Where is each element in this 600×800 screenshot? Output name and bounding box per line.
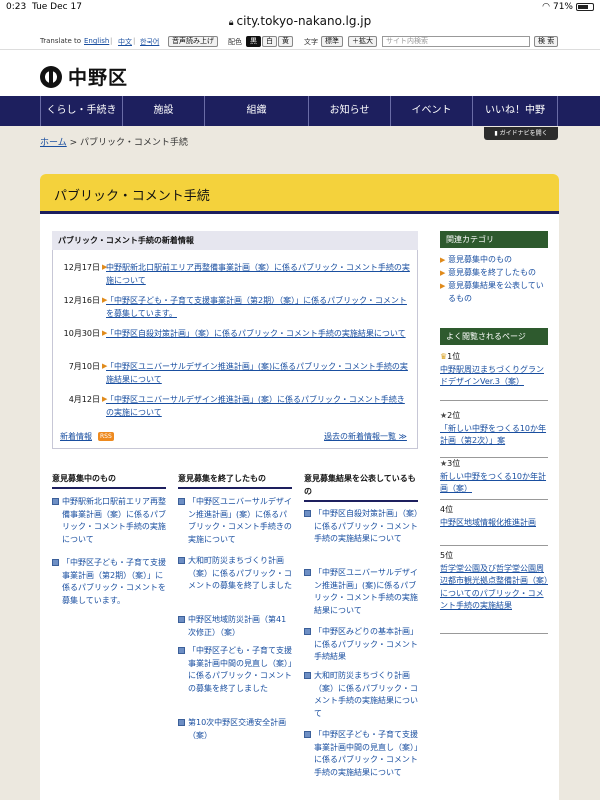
arrow-icon: ▶ <box>440 282 446 290</box>
popular-pages-heading: よく閲覧されるページ <box>440 328 548 345</box>
bullet-icon <box>304 569 311 576</box>
ranking-link[interactable]: 新しい中野をつくる10か年計画（案） <box>440 471 548 496</box>
ranking-item: ★3位 新しい中野をつくる10か年計画（案） <box>440 458 548 500</box>
bullet-icon <box>178 616 185 623</box>
nav-item-living[interactable]: くらし・手続き <box>40 96 122 126</box>
lang-english-link[interactable]: English <box>84 37 109 45</box>
site-search-input[interactable]: サイト内検索 <box>382 36 530 47</box>
bullet-icon <box>178 498 185 505</box>
news-link[interactable]: 「中野区自殺対策計画」（案）に係るパブリック・コメント手続の実施結果について <box>106 327 412 340</box>
column-heading-open: 意見募集中のもの <box>52 472 166 489</box>
nav-item-facilities[interactable]: 施設 <box>122 96 204 126</box>
lang-korean-link[interactable]: 한국어 <box>140 37 159 47</box>
status-bar: 0:23 Tue Dec 17 ◠ 71% <box>0 0 600 14</box>
page-title: パブリック・コメント手続 <box>54 189 210 204</box>
bullet-icon <box>178 719 185 726</box>
global-nav: くらし・手続き 施設 組織 お知らせ イベント いいね！中野 <box>0 96 600 126</box>
breadcrumb-separator: > <box>69 138 78 148</box>
column-heading-closed: 意見募集を終了したもの <box>178 472 292 489</box>
ranking-item: ★2位 「新しい中野をつくる10か年計画（第2次）」案 <box>440 410 548 458</box>
breadcrumb-current: パブリック・コメント手続 <box>80 138 188 148</box>
ranking-link[interactable]: 中野駅周辺まちづくりグランドデザインVer.3（案） <box>440 364 548 389</box>
bullet-icon <box>304 731 311 738</box>
search-button[interactable]: 検 索 <box>534 36 559 47</box>
nav-item-iine-nakano[interactable]: いいね！中野 <box>472 96 558 126</box>
past-news-link[interactable]: 過去の新着情報一覧 ≫ <box>324 431 407 442</box>
nav-item-events[interactable]: イベント <box>390 96 472 126</box>
lang-chinese-link[interactable]: 中文 <box>118 37 132 47</box>
nav-item-news[interactable]: お知らせ <box>308 96 390 126</box>
status-right: ◠ 71% <box>542 2 594 12</box>
bullet-icon <box>304 510 311 517</box>
battery-percent: 71% <box>552 2 573 12</box>
bullet-icon <box>52 559 59 566</box>
rank-number: 5位 <box>440 551 454 560</box>
color-label: 配色 <box>228 38 242 46</box>
news-date: 4月12日 <box>68 395 100 404</box>
lock-icon: 🔒︎ <box>228 18 234 28</box>
divider: | <box>133 37 136 45</box>
bullet-icon <box>178 647 185 654</box>
translate-label: Translate to <box>40 37 82 45</box>
ranking-link[interactable]: 中野区地域情報化推進計画 <box>440 517 548 530</box>
arrow-icon: ▶ <box>440 256 446 264</box>
bullet-icon <box>304 672 311 679</box>
ranking-link[interactable]: 哲学堂公園及び哲学堂公園周辺都市観光拠点整備計画（案）についてのパブリック・コメ… <box>440 563 548 613</box>
color-black-button[interactable]: 黒 <box>246 36 261 47</box>
rank-number: 3位 <box>447 459 461 468</box>
nav-item-organization[interactable]: 組織 <box>204 96 308 126</box>
column-heading-results: 意見募集結果を公表しているもの <box>304 472 418 502</box>
read-aloud-button[interactable]: 音声読み上げ <box>168 36 218 47</box>
site-logo[interactable]: 中野区 <box>40 63 128 90</box>
ranking-item: 4位 中野区地域情報化推進計画 <box>440 504 548 546</box>
breadcrumb: ホーム > パブリック・コメント手続 <box>40 135 188 148</box>
divider: | <box>110 37 113 45</box>
text-size-label: 文字 <box>304 38 318 46</box>
bullet-icon <box>52 498 59 505</box>
news-link[interactable]: 中野駅新北口駅前エリア再整備事業計画（案）に係るパブリック・コメント手続の実施に… <box>106 261 412 287</box>
new-info-heading: パブリック・コメント手続の新着情報 <box>52 231 418 250</box>
news-link[interactable]: 「中野区子ども・子育て支援事業計画（第2期）（案）」に係るパブリック・コメントを… <box>106 294 412 320</box>
nakano-emblem-icon <box>40 65 62 88</box>
color-white-button[interactable]: 白 <box>262 36 277 47</box>
status-time: 0:23 Tue Dec 17 <box>6 2 82 12</box>
guide-navi-button[interactable]: ▮ ガイドナビを開く <box>484 127 558 140</box>
bullet-icon <box>178 557 185 564</box>
ranking-item: 5位 哲学堂公園及び哲学堂公園周辺都市観光拠点整備計画（案）についてのパブリック… <box>440 550 548 634</box>
rank-number: 2位 <box>447 411 461 420</box>
url-text: city.tokyo-nakano.lg.jp <box>236 14 372 28</box>
news-date: 12月16日 <box>63 296 100 305</box>
breadcrumb-home-link[interactable]: ホーム <box>40 138 67 148</box>
news-date: 7月10日 <box>68 362 100 371</box>
news-date: 10月30日 <box>63 329 100 338</box>
battery-icon <box>576 3 594 11</box>
related-category-heading: 関連カテゴリ <box>440 231 548 248</box>
news-link[interactable]: 「中野区ユニバーサルデザイン推進計画」(案）に係るパブリック・コメント手続きの実… <box>106 393 412 419</box>
news-date: 12月17日 <box>63 263 100 272</box>
rank-number: 4位 <box>440 505 454 514</box>
utility-bar: Translate to English | 中文 | 한국어 音声読み上げ 配… <box>0 34 600 50</box>
ranking-item: ♛1位 中野駅周辺まちづくりグランドデザインVer.3（案） <box>440 351 548 401</box>
rss-icon[interactable]: RSS <box>98 432 114 441</box>
rank-number: 1位 <box>447 352 461 361</box>
text-standard-button[interactable]: 標準 <box>321 36 343 47</box>
new-info-link[interactable]: 新着情報 <box>60 431 92 442</box>
logo-text: 中野区 <box>68 67 129 89</box>
news-link[interactable]: 「中野区ユニバーサルデザイン推進計画」(案)に係るパブリック・コメント手続の実施… <box>106 360 412 386</box>
arrow-icon: ▶ <box>440 269 446 277</box>
address-bar[interactable]: 🔒︎ city.tokyo-nakano.lg.jp <box>0 14 600 32</box>
color-yellow-button[interactable]: 黄 <box>278 36 293 47</box>
bullet-icon <box>304 628 311 635</box>
ranking-link[interactable]: 「新しい中野をつくる10か年計画（第2次）」案 <box>440 423 548 448</box>
wifi-icon: ◠ <box>542 2 550 12</box>
text-larger-button[interactable]: ＋拡大 <box>348 36 377 47</box>
